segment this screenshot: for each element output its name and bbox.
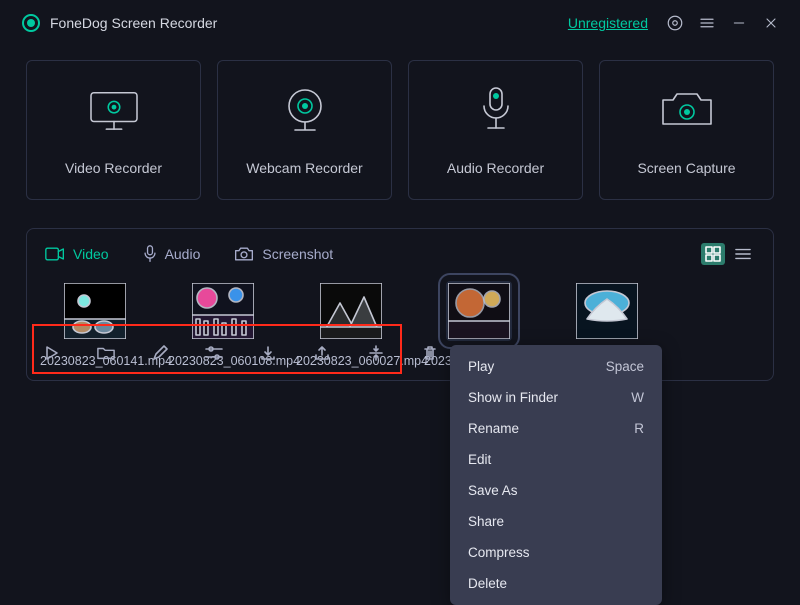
thumbnail-image — [576, 283, 638, 339]
audio-recorder-card[interactable]: Audio Recorder — [408, 60, 583, 200]
thumbnail-image — [448, 283, 510, 339]
save-download-icon[interactable] — [257, 342, 279, 364]
context-menu-item[interactable]: Compress — [450, 537, 662, 568]
menu-item-label: Save As — [468, 483, 518, 498]
mode-label: Video Recorder — [65, 160, 162, 176]
hamburger-menu-icon[interactable] — [696, 12, 718, 34]
view-toggle — [701, 243, 755, 265]
close-icon[interactable] — [760, 12, 782, 34]
tab-label: Screenshot — [262, 246, 333, 262]
menu-item-label: Show in Finder — [468, 390, 558, 405]
folder-icon[interactable] — [95, 342, 117, 364]
menu-item-shortcut: Space — [606, 359, 644, 374]
menu-item-label: Edit — [468, 452, 491, 467]
sliders-icon[interactable] — [203, 342, 225, 364]
menu-item-label: Compress — [468, 545, 530, 560]
menu-item-label: Rename — [468, 421, 519, 436]
unregistered-link[interactable]: Unregistered — [568, 15, 648, 31]
edit-pencil-icon[interactable] — [149, 342, 171, 364]
trash-icon[interactable] — [419, 342, 441, 364]
context-menu: Play Space Show in Finder W Rename R Edi… — [450, 345, 662, 605]
gallery-toolbar — [41, 336, 441, 370]
tab-video[interactable]: Video — [45, 246, 109, 262]
menu-item-label: Delete — [468, 576, 507, 591]
menu-item-shortcut: W — [631, 390, 644, 405]
mode-label: Audio Recorder — [447, 160, 544, 176]
context-menu-item[interactable]: Rename R — [450, 413, 662, 444]
context-menu-item[interactable]: Save As — [450, 475, 662, 506]
menu-item-shortcut: R — [634, 421, 644, 436]
camera-icon — [657, 84, 717, 136]
tab-label: Video — [73, 246, 109, 262]
video-recorder-card[interactable]: Video Recorder — [26, 60, 201, 200]
title-bar: FoneDog Screen Recorder Unregistered — [0, 0, 800, 46]
settings-gear-icon[interactable] — [664, 12, 686, 34]
microphone-icon — [476, 84, 516, 136]
tab-screenshot[interactable]: Screenshot — [234, 246, 333, 262]
context-menu-item[interactable]: Edit — [450, 444, 662, 475]
recorder-modes: Video Recorder Webcam Recorder Audio Rec… — [0, 46, 800, 200]
share-upload-icon[interactable] — [311, 342, 333, 364]
context-menu-item[interactable]: Delete — [450, 568, 662, 599]
grid-view-icon[interactable] — [701, 243, 725, 265]
webcam-recorder-card[interactable]: Webcam Recorder — [217, 60, 392, 200]
compress-icon[interactable] — [365, 342, 387, 364]
menu-item-label: Play — [468, 359, 494, 374]
list-view-icon[interactable] — [731, 243, 755, 265]
tab-label: Audio — [165, 246, 201, 262]
mode-label: Webcam Recorder — [246, 160, 362, 176]
menu-item-label: Share — [468, 514, 504, 529]
app-logo-icon — [22, 14, 40, 32]
context-menu-item[interactable]: Show in Finder W — [450, 382, 662, 413]
context-menu-item[interactable]: Share — [450, 506, 662, 537]
monitor-record-icon — [83, 84, 145, 136]
tab-audio[interactable]: Audio — [143, 245, 201, 263]
screen-capture-card[interactable]: Screen Capture — [599, 60, 774, 200]
play-icon[interactable] — [41, 342, 63, 364]
context-menu-item[interactable]: Play Space — [450, 351, 662, 382]
gallery-tabs: Video Audio Screenshot — [27, 229, 773, 275]
app-title: FoneDog Screen Recorder — [50, 15, 217, 31]
minimize-icon[interactable] — [728, 12, 750, 34]
mode-label: Screen Capture — [637, 160, 735, 176]
webcam-icon — [277, 84, 333, 136]
